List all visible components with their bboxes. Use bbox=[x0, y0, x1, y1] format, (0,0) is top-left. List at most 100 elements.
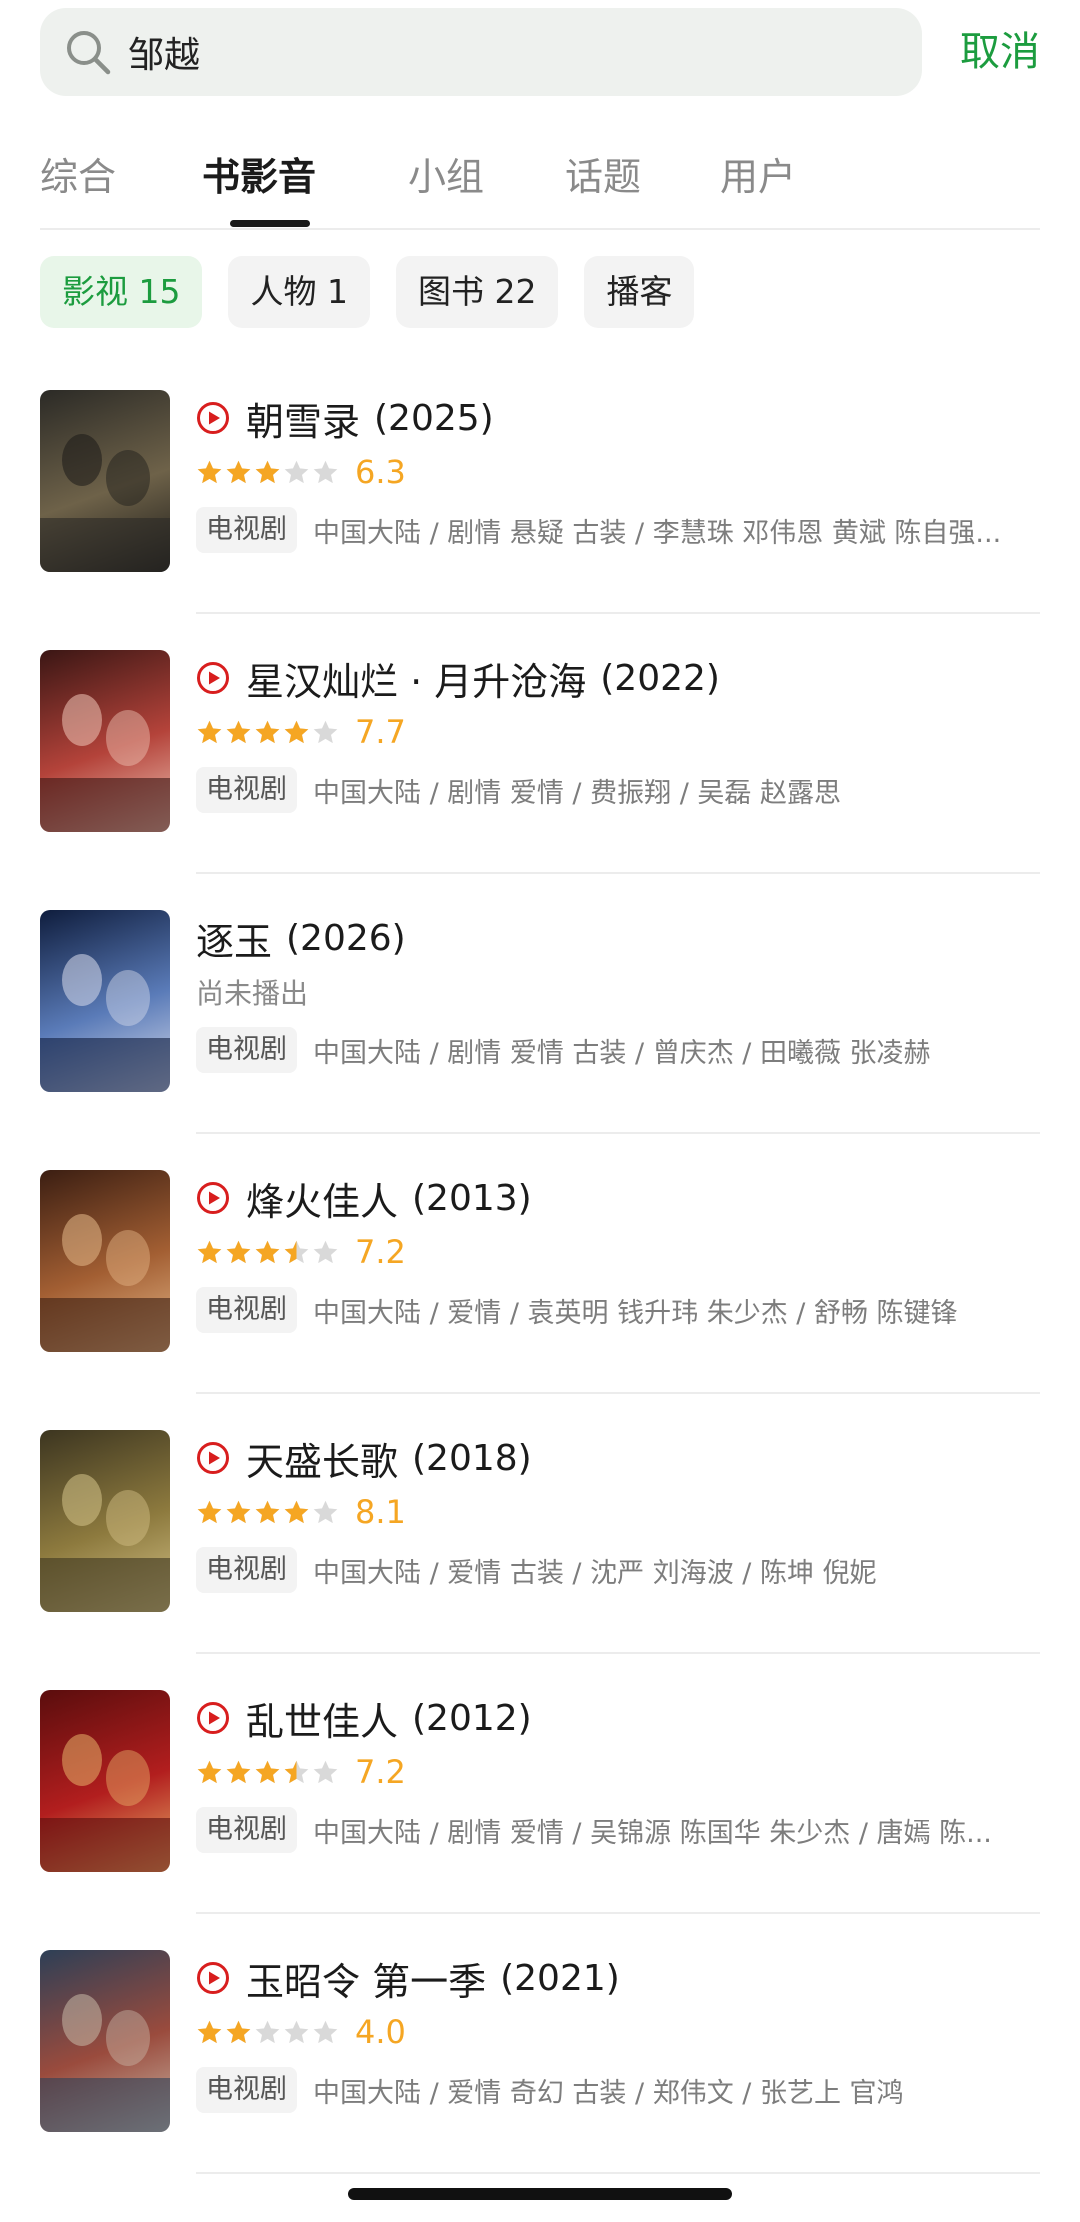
tab-general[interactable]: 综合 bbox=[40, 146, 116, 201]
item-year: (2018) bbox=[412, 1437, 532, 1479]
star-filled-icon bbox=[226, 460, 251, 483]
star-empty-icon bbox=[284, 460, 309, 483]
poster-image[interactable] bbox=[40, 390, 170, 572]
item-year: (2025) bbox=[374, 397, 494, 439]
item-meta: 中国大陆 / 剧情 爱情 古装 / 曾庆杰 / 田曦薇 张凌赫 bbox=[313, 1037, 931, 1069]
filter-chip-books[interactable]: 图书 22 bbox=[395, 256, 559, 328]
star-half-icon bbox=[284, 1760, 309, 1783]
meta-line: 电视剧 中国大陆 / 剧情 爱情 古装 / 曾庆杰 / 田曦薇 张凌赫 bbox=[196, 1024, 1040, 1076]
title-line: 乱世佳人 (2012) bbox=[196, 1690, 1040, 1746]
star-rating bbox=[196, 459, 341, 486]
rating-line: 4.0 bbox=[196, 2008, 1040, 2056]
play-icon[interactable] bbox=[196, 1181, 230, 1215]
poster-artwork bbox=[40, 1474, 170, 1612]
star-empty-icon bbox=[313, 460, 338, 483]
star-filled-icon bbox=[197, 2020, 222, 2043]
tab-groups[interactable]: 小组 bbox=[408, 146, 484, 201]
play-icon[interactable] bbox=[196, 401, 230, 435]
poster-artwork bbox=[40, 1734, 170, 1872]
star-rating bbox=[196, 2019, 341, 2046]
list-item[interactable]: 逐玉 (2026) 尚未播出 电视剧 中国大陆 / 剧情 爱情 古装 / 曾庆杰… bbox=[40, 910, 1040, 1170]
item-title: 乱世佳人 bbox=[246, 1699, 399, 1744]
item-title: 逐玉 bbox=[196, 919, 273, 964]
item-info: 朝雪录 (2025) 6.3 电视剧 中国大陆 / 剧情 悬疑 古装 / 李慧珠… bbox=[196, 390, 1040, 556]
tab-topics[interactable]: 话题 bbox=[565, 146, 641, 201]
poster-image[interactable] bbox=[40, 1170, 170, 1352]
type-tag: 电视剧 bbox=[196, 767, 297, 813]
star-filled-icon bbox=[197, 460, 222, 483]
star-filled-icon bbox=[255, 1760, 280, 1783]
item-info: 星汉灿烂 · 月升沧海 (2022) 7.7 电视剧 中国大陆 / 剧情 爱情 … bbox=[196, 650, 1040, 816]
tab-users[interactable]: 用户 bbox=[720, 146, 796, 201]
poster-image[interactable] bbox=[40, 650, 170, 832]
item-meta: 中国大陆 / 剧情 悬疑 古装 / 李慧珠 邓伟恩 黄斌 陈自强... bbox=[313, 517, 1002, 549]
item-year: (2026) bbox=[286, 917, 406, 959]
item-year: (2013) bbox=[412, 1177, 532, 1219]
star-filled-icon bbox=[284, 720, 309, 743]
star-filled-icon bbox=[255, 460, 280, 483]
meta-line: 电视剧 中国大陆 / 剧情 悬疑 古装 / 李慧珠 邓伟恩 黄斌 陈自强... bbox=[196, 504, 1040, 556]
release-status: 尚未播出 bbox=[196, 977, 309, 1010]
rating-score: 7.2 bbox=[355, 1233, 406, 1271]
divider bbox=[196, 1652, 1040, 1654]
star-empty-icon bbox=[313, 1240, 338, 1263]
rating-line: 尚未播出 bbox=[196, 968, 1040, 1016]
item-title: 朝雪录 bbox=[246, 399, 361, 444]
item-year: (2022) bbox=[600, 657, 720, 699]
item-year: (2021) bbox=[500, 1957, 620, 1999]
active-tab-indicator bbox=[230, 220, 310, 227]
list-item[interactable]: 烽火佳人 (2013) 7.2 电视剧 中国大陆 / 爱情 / 袁英明 钱升玮 … bbox=[40, 1170, 1040, 1430]
item-info: 天盛长歌 (2018) 8.1 电视剧 中国大陆 / 爱情 古装 / 沈严 刘海… bbox=[196, 1430, 1040, 1596]
category-tabs: 综合 书影音 小组 话题 用户 bbox=[40, 140, 1040, 230]
rating-score: 7.7 bbox=[355, 713, 406, 751]
meta-line: 电视剧 中国大陆 / 剧情 爱情 / 费振翔 / 吴磊 赵露思 bbox=[196, 764, 1040, 816]
poster-image[interactable] bbox=[40, 1430, 170, 1612]
title-line: 天盛长歌 (2018) bbox=[196, 1430, 1040, 1486]
rating-line: 7.7 bbox=[196, 708, 1040, 756]
star-filled-icon bbox=[226, 720, 251, 743]
item-meta: 中国大陆 / 爱情 / 袁英明 钱升玮 朱少杰 / 舒畅 陈键锋 bbox=[313, 1297, 958, 1329]
home-indicator[interactable] bbox=[348, 2188, 732, 2200]
poster-artwork bbox=[40, 434, 170, 572]
star-empty-icon bbox=[284, 2020, 309, 2043]
meta-line: 电视剧 中国大陆 / 剧情 爱情 / 吴锦源 陈国华 朱少杰 / 唐嫣 陈... bbox=[196, 1804, 1040, 1856]
search-results-screen: 邹越 取消 综合 书影音 小组 话题 用户 影视 15 人物 1 图书 22 播… bbox=[0, 0, 1080, 2222]
play-icon[interactable] bbox=[196, 1701, 230, 1735]
search-icon bbox=[62, 26, 114, 78]
item-meta: 中国大陆 / 爱情 奇幻 古装 / 郑伟文 / 张艺上 官鸿 bbox=[313, 2077, 904, 2109]
divider bbox=[196, 612, 1040, 614]
filter-chips: 影视 15 人物 1 图书 22 播客 bbox=[40, 256, 720, 328]
item-title: 星汉灿烂 · 月升沧海 bbox=[246, 659, 587, 704]
search-input[interactable]: 邹越 bbox=[40, 8, 922, 96]
cancel-button[interactable]: 取消 bbox=[960, 8, 1040, 96]
poster-artwork bbox=[40, 1994, 170, 2132]
list-item[interactable]: 天盛长歌 (2018) 8.1 电视剧 中国大陆 / 爱情 古装 / 沈严 刘海… bbox=[40, 1430, 1040, 1690]
type-tag: 电视剧 bbox=[196, 2067, 297, 2113]
filter-chip-podcasts[interactable]: 播客 bbox=[584, 256, 695, 328]
star-empty-icon bbox=[255, 2020, 280, 2043]
poster-image[interactable] bbox=[40, 1690, 170, 1872]
play-icon[interactable] bbox=[196, 661, 230, 695]
filter-chip-people[interactable]: 人物 1 bbox=[228, 256, 370, 328]
list-item[interactable]: 乱世佳人 (2012) 7.2 电视剧 中国大陆 / 剧情 爱情 / 吴锦源 陈… bbox=[40, 1690, 1040, 1950]
type-tag: 电视剧 bbox=[196, 507, 297, 553]
tab-books-movies-music[interactable]: 书影音 bbox=[202, 146, 316, 201]
divider bbox=[196, 872, 1040, 874]
list-item[interactable]: 朝雪录 (2025) 6.3 电视剧 中国大陆 / 剧情 悬疑 古装 / 李慧珠… bbox=[40, 390, 1040, 650]
star-rating bbox=[196, 719, 341, 746]
list-item[interactable]: 星汉灿烂 · 月升沧海 (2022) 7.7 电视剧 中国大陆 / 剧情 爱情 … bbox=[40, 650, 1040, 910]
star-rating bbox=[196, 1239, 341, 1266]
item-title: 烽火佳人 bbox=[246, 1179, 399, 1224]
filter-chip-movies-tv[interactable]: 影视 15 bbox=[40, 256, 203, 328]
poster-image[interactable] bbox=[40, 1950, 170, 2132]
play-icon[interactable] bbox=[196, 1961, 230, 1995]
star-empty-icon bbox=[313, 720, 338, 743]
star-filled-icon bbox=[226, 1240, 251, 1263]
play-icon[interactable] bbox=[196, 1441, 230, 1475]
star-filled-icon bbox=[226, 2020, 251, 2043]
poster-artwork bbox=[40, 694, 170, 832]
poster-artwork bbox=[40, 954, 170, 1092]
poster-image[interactable] bbox=[40, 910, 170, 1092]
list-item[interactable]: 玉昭令 第一季 (2021) 4.0 电视剧 中国大陆 / 爱情 奇幻 古装 /… bbox=[40, 1950, 1040, 2210]
item-info: 乱世佳人 (2012) 7.2 电视剧 中国大陆 / 剧情 爱情 / 吴锦源 陈… bbox=[196, 1690, 1040, 1856]
